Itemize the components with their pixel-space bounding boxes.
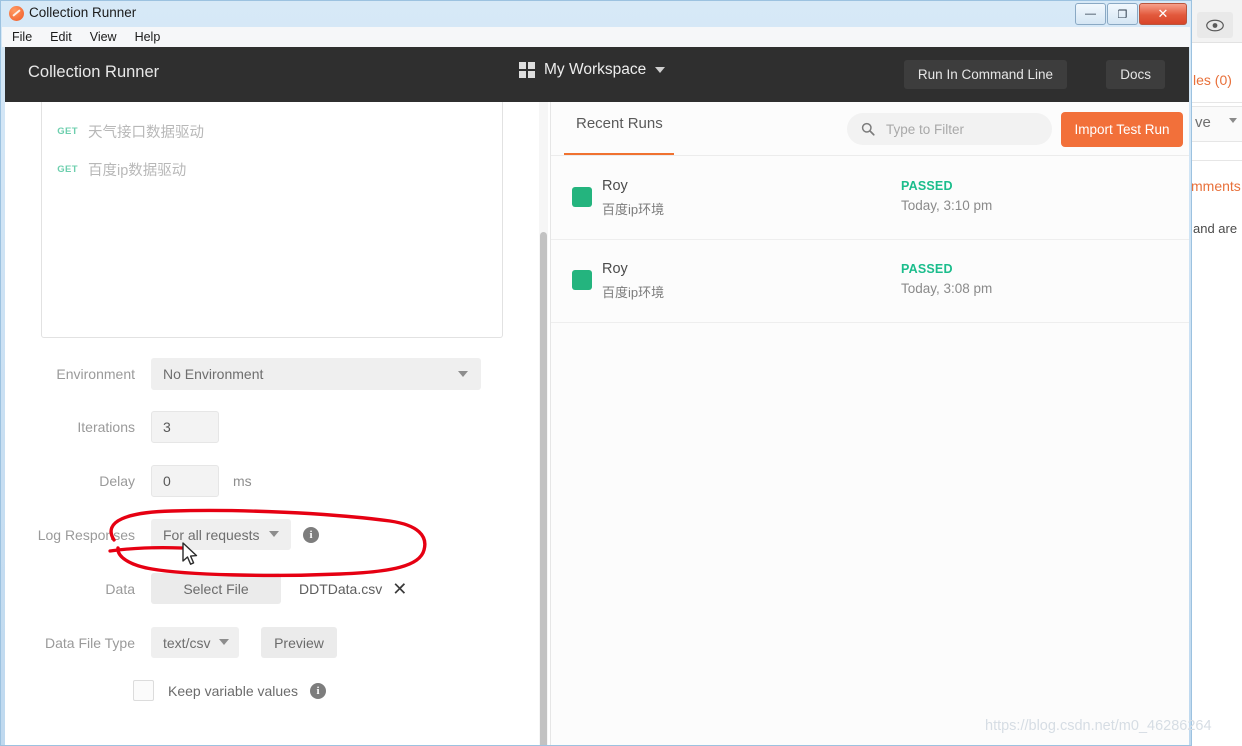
run-timestamp: Today, 3:08 pm xyxy=(901,281,993,296)
os-window-title: Collection Runner xyxy=(29,5,137,20)
background-window: les (0) ve mments and are xyxy=(1190,0,1242,746)
request-list: GET 天气接口数据驱动 GET 百度ip数据驱动 xyxy=(41,102,503,338)
delay-input[interactable] xyxy=(151,465,219,497)
request-name: 百度ip数据驱动 xyxy=(88,162,187,179)
status-swatch xyxy=(572,187,592,207)
delay-unit: ms xyxy=(233,473,252,489)
request-method: GET xyxy=(57,125,78,137)
environment-value: No Environment xyxy=(163,366,264,382)
info-icon[interactable]: i xyxy=(303,526,319,543)
data-file-type-row: Data File Type text/csv Preview xyxy=(5,627,505,658)
close-icon[interactable]: ✕ xyxy=(392,580,407,598)
left-pane-scrollbar-thumb[interactable] xyxy=(540,232,547,745)
page-title: Collection Runner xyxy=(28,63,160,81)
app-header: Collection Runner My Workspace Run In Co… xyxy=(5,47,1189,102)
log-responses-label: Log Responses xyxy=(37,526,135,543)
status-badge: PASSED xyxy=(901,262,953,276)
tab-recent-runs[interactable]: Recent Runs xyxy=(576,115,663,146)
window-controls: — ❐ ✕ xyxy=(1074,3,1187,25)
status-badge: PASSED xyxy=(901,179,953,193)
log-responses-row: Log Responses For all requests i xyxy=(5,519,505,550)
menu-edit[interactable]: Edit xyxy=(50,27,72,47)
environment-select[interactable]: No Environment xyxy=(151,358,481,390)
background-comments-label: mments xyxy=(1191,178,1241,194)
list-item[interactable]: GET 百度ip数据驱动 xyxy=(42,152,504,186)
recent-runs-pane: Recent Runs Import Test Run Roy 百度ip环境 P… xyxy=(551,102,1189,745)
chevron-down-icon xyxy=(655,67,666,73)
info-icon[interactable]: i xyxy=(309,682,326,699)
data-file-name: DDTData.csv xyxy=(299,580,383,597)
run-name: Roy xyxy=(602,178,628,194)
runner-config-pane: GET 天气接口数据驱动 GET 百度ip数据驱动 Environment No… xyxy=(5,102,540,745)
status-swatch xyxy=(572,270,592,290)
menu-view[interactable]: View xyxy=(90,27,117,47)
background-files-count: les (0) xyxy=(1193,72,1232,88)
mouse-cursor xyxy=(182,542,198,565)
keep-variable-values-label: Keep variable values xyxy=(168,682,298,699)
log-responses-value: For all requests xyxy=(163,526,260,543)
eye-icon[interactable] xyxy=(1197,12,1233,38)
import-test-run-button[interactable]: Import Test Run xyxy=(1061,112,1183,147)
workspace-selector[interactable]: My Workspace xyxy=(519,61,666,79)
maximize-button[interactable]: ❐ xyxy=(1107,3,1138,25)
keep-variable-values-checkbox[interactable] xyxy=(133,680,154,701)
list-item[interactable]: GET 天气接口数据驱动 xyxy=(42,114,504,148)
keep-variable-values-row: Keep variable values i xyxy=(133,680,533,701)
data-file-type-label: Data File Type xyxy=(44,634,135,651)
menu-help[interactable]: Help xyxy=(135,27,161,47)
environment-row: Environment No Environment xyxy=(5,358,505,390)
chevron-down-icon xyxy=(269,531,279,537)
watermark: https://blog.csdn.net/m0_46286264 xyxy=(985,718,1212,734)
os-titlebar: Collection Runner — ❐ ✕ xyxy=(1,1,1191,27)
environment-label: Environment xyxy=(56,366,135,382)
table-row[interactable]: Roy 百度ip环境 PASSED Today, 3:10 pm xyxy=(551,156,1189,240)
run-in-command-line-button[interactable]: Run In Command Line xyxy=(903,60,1067,89)
request-method: GET xyxy=(57,163,78,175)
filter-search-box[interactable] xyxy=(847,113,1052,145)
request-name: 天气接口数据驱动 xyxy=(88,124,204,141)
os-menubar: File Edit View Help xyxy=(2,27,1190,47)
data-file-type-value: text/csv xyxy=(163,634,211,651)
select-file-button[interactable]: Select File xyxy=(151,573,281,604)
run-timestamp: Today, 3:10 pm xyxy=(901,198,993,213)
screenshot-root: les (0) ve mments and are Collection Run… xyxy=(0,0,1242,746)
delay-label: Delay xyxy=(99,473,135,489)
minimize-button[interactable]: — xyxy=(1075,3,1106,25)
data-label: Data xyxy=(105,580,135,597)
iterations-row: Iterations xyxy=(5,411,505,443)
search-icon xyxy=(861,122,875,136)
run-environment: 百度ip环境 xyxy=(602,285,665,300)
docs-button[interactable]: Docs xyxy=(1106,60,1165,89)
log-responses-select[interactable]: For all requests xyxy=(151,519,291,550)
postman-logo-icon xyxy=(9,6,24,21)
close-button[interactable]: ✕ xyxy=(1139,3,1187,25)
os-window: Collection Runner — ❐ ✕ File Edit View H… xyxy=(0,0,1192,746)
collection-runner-app: Collection Runner My Workspace Run In Co… xyxy=(5,47,1189,745)
iterations-label: Iterations xyxy=(77,419,135,435)
chevron-down-icon xyxy=(219,639,229,645)
background-save-label: ve xyxy=(1195,114,1211,131)
run-name: Roy xyxy=(602,261,628,277)
grid-icon xyxy=(519,62,535,78)
data-file-type-select[interactable]: text/csv xyxy=(151,627,239,658)
search-input[interactable] xyxy=(884,120,1038,138)
preview-button[interactable]: Preview xyxy=(261,627,337,658)
workspace-label: My Workspace xyxy=(544,61,647,78)
chevron-down-icon xyxy=(1229,118,1237,123)
data-row: Data Select File DDTData.csv ✕ xyxy=(5,573,505,604)
background-body-text: and are xyxy=(1193,221,1238,236)
iterations-input[interactable] xyxy=(151,411,219,443)
menu-file[interactable]: File xyxy=(12,27,32,47)
run-environment: 百度ip环境 xyxy=(602,202,665,217)
chevron-down-icon xyxy=(458,371,468,377)
table-row[interactable]: Roy 百度ip环境 PASSED Today, 3:08 pm xyxy=(551,239,1189,323)
delay-row: Delay ms xyxy=(5,465,505,497)
